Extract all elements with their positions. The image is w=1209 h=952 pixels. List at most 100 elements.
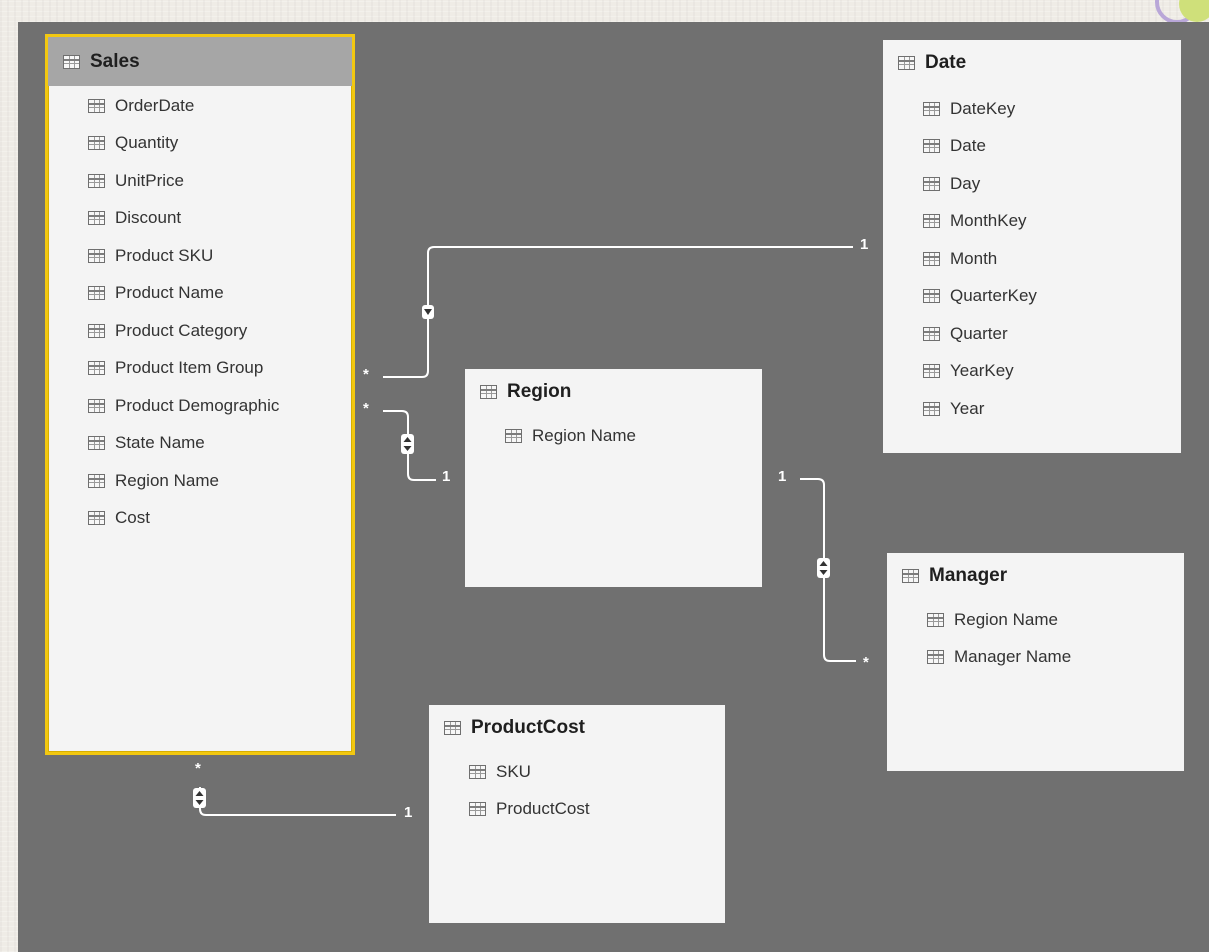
column-item[interactable]: State Name bbox=[48, 425, 352, 463]
table-title: Manager bbox=[929, 565, 1008, 586]
column-item[interactable]: Product Name bbox=[48, 275, 352, 313]
relationship-sales-date[interactable] bbox=[383, 246, 853, 378]
column-item[interactable]: Day bbox=[883, 165, 1181, 203]
column-item[interactable]: Product SKU bbox=[48, 237, 352, 275]
table-header[interactable]: Sales bbox=[48, 37, 352, 86]
table-header[interactable]: Manager bbox=[887, 553, 1184, 599]
column-item[interactable]: Cost bbox=[48, 500, 352, 538]
column-icon bbox=[923, 251, 940, 266]
column-icon bbox=[88, 398, 105, 413]
column-label: UnitPrice bbox=[115, 170, 184, 190]
table-card-region[interactable]: Region Region Name bbox=[465, 369, 762, 587]
column-label: Quantity bbox=[115, 133, 179, 153]
column-item[interactable]: Manager Name bbox=[887, 639, 1184, 677]
column-label: SKU bbox=[496, 761, 531, 781]
cardinality-many: * bbox=[363, 366, 369, 383]
column-item[interactable]: Region Name bbox=[887, 601, 1184, 639]
table-icon bbox=[480, 385, 497, 399]
table-icon bbox=[444, 721, 461, 735]
column-label: State Name bbox=[115, 433, 205, 453]
column-item[interactable]: Discount bbox=[48, 200, 352, 238]
table-icon bbox=[898, 56, 915, 70]
table-card-sales[interactable]: Sales OrderDate Quantity UnitPrice Disco… bbox=[45, 34, 355, 755]
column-label: Product Demographic bbox=[115, 395, 280, 415]
column-item[interactable]: UnitPrice bbox=[48, 162, 352, 200]
column-icon bbox=[923, 326, 940, 341]
column-item[interactable]: Region Name bbox=[465, 417, 762, 455]
table-card-date[interactable]: Date DateKey Date Day MonthKey Month Qua… bbox=[883, 40, 1181, 453]
model-view-canvas[interactable]: * 1 * 1 1 * * 1 Sales OrderDate Quantity… bbox=[18, 22, 1209, 952]
column-icon bbox=[88, 511, 105, 526]
table-header[interactable]: Date bbox=[883, 40, 1181, 86]
relationship-sales-productcost[interactable] bbox=[199, 787, 396, 816]
cardinality-one: 1 bbox=[778, 468, 787, 485]
table-icon bbox=[902, 569, 919, 583]
column-icon bbox=[88, 436, 105, 451]
table-header[interactable]: Region bbox=[465, 369, 762, 415]
column-item[interactable]: Product Demographic bbox=[48, 387, 352, 425]
table-title: Date bbox=[925, 52, 967, 73]
column-item[interactable]: QuarterKey bbox=[883, 278, 1181, 316]
column-item[interactable]: Month bbox=[883, 240, 1181, 278]
column-icon bbox=[927, 612, 944, 627]
column-item[interactable]: Region Name bbox=[48, 462, 352, 500]
column-icon bbox=[88, 286, 105, 301]
column-icon bbox=[88, 248, 105, 263]
column-label: Year bbox=[950, 398, 985, 418]
column-item[interactable]: DateKey bbox=[883, 90, 1181, 128]
column-icon bbox=[927, 650, 944, 665]
column-label: YearKey bbox=[950, 361, 1014, 381]
column-icon bbox=[469, 802, 486, 817]
column-icon bbox=[923, 176, 940, 191]
column-label: Cost bbox=[115, 508, 150, 528]
column-item[interactable]: OrderDate bbox=[48, 87, 352, 125]
column-icon bbox=[923, 364, 940, 379]
table-title: Region bbox=[507, 381, 572, 402]
column-label: Day bbox=[950, 173, 981, 193]
table-header[interactable]: ProductCost bbox=[429, 705, 725, 751]
cardinality-many: * bbox=[363, 400, 369, 417]
table-title: ProductCost bbox=[471, 717, 585, 738]
column-label: Product Name bbox=[115, 283, 224, 303]
column-label: Region Name bbox=[532, 425, 636, 445]
column-icon bbox=[88, 361, 105, 376]
column-label: QuarterKey bbox=[950, 286, 1037, 306]
column-item[interactable]: Quantity bbox=[48, 125, 352, 163]
decorative-logo bbox=[1149, 0, 1209, 22]
table-card-manager[interactable]: Manager Region Name Manager Name bbox=[887, 553, 1184, 771]
column-item[interactable]: Product Item Group bbox=[48, 350, 352, 388]
column-label: Date bbox=[950, 136, 986, 156]
column-label: DateKey bbox=[950, 98, 1016, 118]
table-card-productcost[interactable]: ProductCost SKU ProductCost bbox=[429, 705, 725, 923]
column-icon bbox=[923, 139, 940, 154]
column-label: Manager Name bbox=[954, 647, 1072, 667]
column-item[interactable]: Year bbox=[883, 390, 1181, 428]
column-icon bbox=[88, 173, 105, 188]
column-label: Quarter bbox=[950, 323, 1008, 343]
column-label: MonthKey bbox=[950, 211, 1027, 231]
column-item[interactable]: MonthKey bbox=[883, 203, 1181, 241]
table-icon bbox=[63, 54, 80, 69]
column-icon bbox=[88, 473, 105, 488]
column-label: Product SKU bbox=[115, 245, 214, 265]
filter-direction-icon bbox=[401, 434, 414, 454]
column-item[interactable]: ProductCost bbox=[429, 791, 725, 829]
column-icon bbox=[88, 136, 105, 151]
column-label: ProductCost bbox=[496, 799, 590, 819]
column-label: Product Category bbox=[115, 320, 248, 340]
column-item[interactable]: YearKey bbox=[883, 353, 1181, 391]
column-icon bbox=[88, 211, 105, 226]
column-icon bbox=[88, 323, 105, 338]
column-item[interactable]: Quarter bbox=[883, 315, 1181, 353]
column-item[interactable]: Date bbox=[883, 128, 1181, 166]
column-item[interactable]: SKU bbox=[429, 753, 725, 791]
column-icon bbox=[923, 214, 940, 229]
column-item[interactable]: Product Category bbox=[48, 312, 352, 350]
column-icon bbox=[505, 428, 522, 443]
column-icon bbox=[469, 764, 486, 779]
column-icon bbox=[88, 98, 105, 113]
cardinality-one: 1 bbox=[404, 804, 413, 821]
column-label: OrderDate bbox=[115, 95, 195, 115]
column-label: Discount bbox=[115, 208, 182, 228]
column-label: Region Name bbox=[115, 470, 219, 490]
